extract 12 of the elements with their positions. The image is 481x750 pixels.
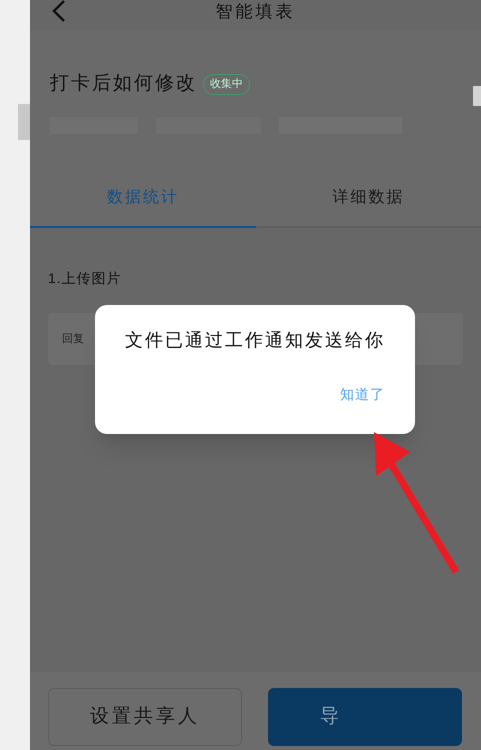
dialog-message: 文件已通过工作通知发送给你 (125, 329, 385, 352)
status-badge: 收集中 (203, 74, 250, 94)
acknowledge-button[interactable]: 知道了 (340, 384, 385, 405)
share-settings-button[interactable]: 设置共享人 (48, 688, 242, 746)
question-title: 1.上传图片 (48, 269, 123, 288)
page-title: 智能填表 (216, 2, 296, 20)
side-handle[interactable] (18, 104, 30, 140)
form-title: 打卡后如何修改 (50, 72, 197, 96)
tab[interactable]: 详细数据 (256, 170, 481, 226)
scroll-indicator (473, 86, 481, 106)
export-button[interactable]: 导 (268, 688, 462, 746)
back-icon[interactable] (52, 0, 66, 22)
